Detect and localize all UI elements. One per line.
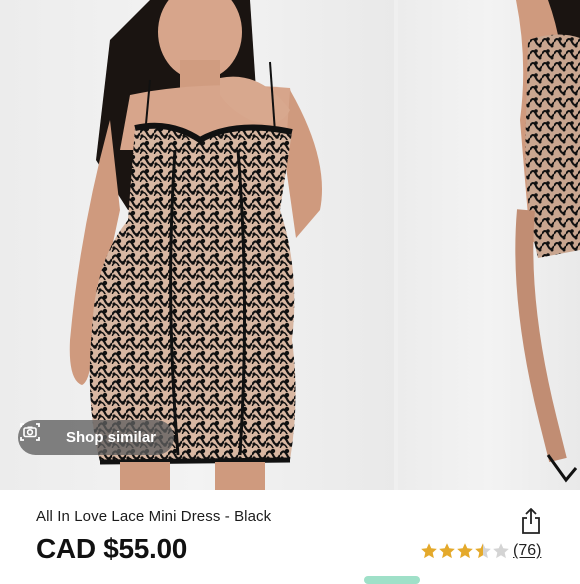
- camera-icon: [20, 423, 58, 450]
- review-count-link[interactable]: (76): [513, 542, 541, 560]
- product-image-carousel[interactable]: Shop similar: [0, 0, 580, 490]
- star-filled-icon: [457, 543, 473, 559]
- star-empty-icon: [493, 543, 509, 559]
- share-button[interactable]: [519, 507, 543, 535]
- product-price: CAD $55.00: [36, 533, 188, 564]
- promo-chip[interactable]: [364, 576, 420, 584]
- product-title: All In Love Lace Mini Dress - Black: [36, 508, 272, 525]
- share-icon: [522, 508, 540, 534]
- star-half-icon: [475, 543, 491, 559]
- product-image-main[interactable]: Shop similar: [0, 0, 394, 490]
- product-image-next[interactable]: [398, 0, 580, 490]
- model-photo-side-illustration: [515, 0, 580, 483]
- shop-similar-label: Shop similar: [66, 429, 157, 446]
- star-rating: [420, 542, 510, 560]
- model-photo-illustration: [69, 0, 322, 490]
- product-rating[interactable]: (76): [420, 540, 541, 562]
- star-filled-icon: [421, 543, 437, 559]
- star-filled-icon: [439, 543, 455, 559]
- shop-similar-button[interactable]: Shop similar: [18, 420, 174, 455]
